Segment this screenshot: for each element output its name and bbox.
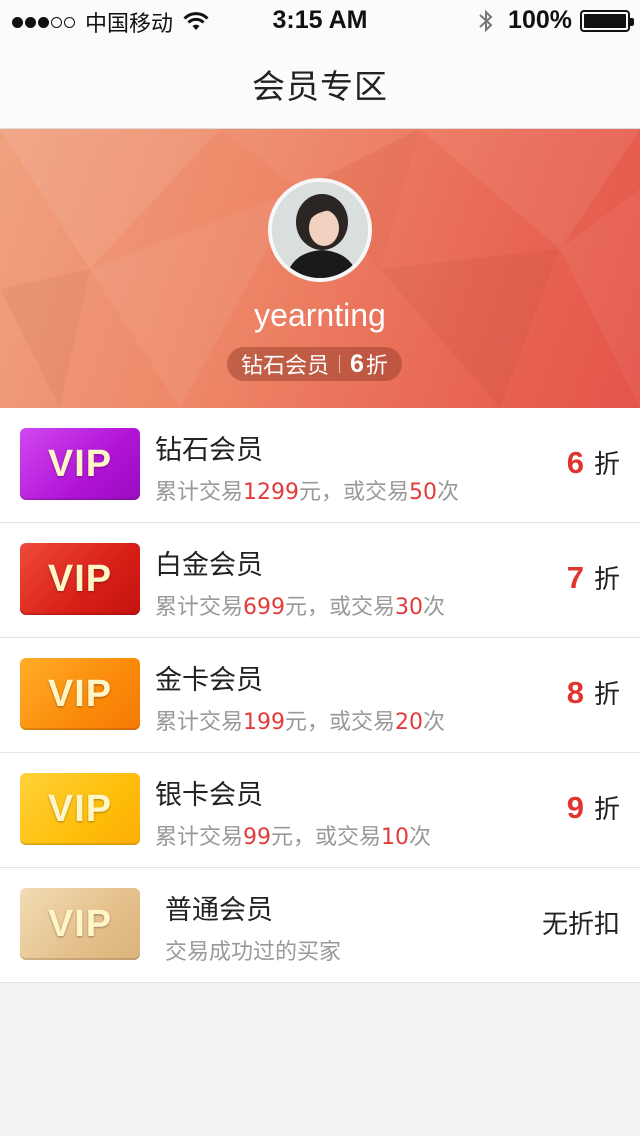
page-title: 会员专区 [252,67,388,106]
discount-value: 7 [566,560,584,595]
vip-badge-icon: VIP [20,428,140,500]
battery-percentage: 100% [508,6,572,34]
requirement-prefix: 累计交易 [155,595,244,620]
requirement-count: 50 [409,480,438,505]
requirement-middle: 元，或交易 [285,710,396,735]
vip-badge-label: VIP [47,787,113,830]
bluetooth-icon [479,9,493,32]
tier-requirement: 交易成功过的买家 [165,940,342,965]
vip-badge-label: VIP [47,557,113,600]
tier-name: 钻石会员 [155,435,263,466]
status-right: 100% [478,6,634,35]
battery-icon [580,9,634,32]
discount-value: 6 [566,445,584,480]
tier-name: 金卡会员 [155,665,263,696]
requirement-middle: 元，或交易 [271,825,382,850]
discount-unit: 折 [593,795,620,825]
tier-row-silver[interactable]: VIP 银卡会员 累计交易99元，或交易10次 9 折 [0,753,640,868]
tier-discount: 7 折 [567,559,620,596]
tier-discount: 9 折 [567,789,620,826]
vip-badge-label: VIP [47,902,113,945]
vip-badge-label: VIP [47,442,113,485]
requirement-count: 10 [381,825,410,850]
discount-unit: 折 [593,565,620,595]
membership-discount-value: 6 [350,349,364,378]
vip-badge-label: VIP [47,672,113,715]
badge-divider [339,355,341,373]
tier-row-gold[interactable]: VIP 金卡会员 累计交易199元，或交易20次 8 折 [0,638,640,753]
tier-discount: 无折扣 [542,904,620,941]
requirement-prefix: 累计交易 [155,825,244,850]
tier-discount: 6 折 [567,444,620,481]
membership-badge: 钻石会员 6 折 [227,347,402,381]
vip-badge-icon: VIP [20,658,140,730]
tier-requirement: 累计交易1299元，或交易50次 [155,474,459,506]
vip-badge-icon: VIP [20,543,140,615]
navigation-bar: 会员专区 [0,40,640,129]
requirement-suffix: 次 [423,595,446,620]
no-discount-label: 无折扣 [541,910,620,940]
tier-name: 银卡会员 [155,780,263,811]
profile-header: yearnting 钻石会员 6 折 [0,129,640,408]
avatar[interactable] [268,178,372,282]
tier-name: 白金会员 [155,550,263,581]
requirement-suffix: 次 [437,480,460,505]
tier-row-normal[interactable]: VIP 普通会员 交易成功过的买家 无折扣 [0,868,640,983]
membership-level: 钻石会员 [241,354,330,379]
tier-discount: 8 折 [567,674,620,711]
vip-badge-icon: VIP [20,888,140,960]
requirement-prefix: 累计交易 [155,480,244,505]
requirement-amount: 99 [243,825,272,850]
vip-badge-icon: VIP [20,773,140,845]
tier-row-platinum[interactable]: VIP 白金会员 累计交易699元，或交易30次 7 折 [0,523,640,638]
requirement-amount: 699 [243,595,286,620]
requirement-prefix: 累计交易 [155,710,244,735]
membership-tier-list: VIP 钻石会员 累计交易1299元，或交易50次 6 折 VIP 白金会员 累… [0,408,640,983]
tier-name: 普通会员 [165,895,273,926]
membership-discount-unit: 折 [365,354,388,379]
requirement-suffix: 次 [409,825,432,850]
status-bar: 中国移动 3:15 AM 100% [0,0,640,40]
requirement-count: 20 [395,710,424,735]
requirement-amount: 1299 [243,480,300,505]
avatar-image [272,182,368,278]
tier-requirement: 累计交易199元，或交易20次 [155,704,445,736]
requirement-middle: 元，或交易 [299,480,410,505]
tier-requirement: 累计交易699元，或交易30次 [155,589,445,621]
username: yearnting [254,297,386,333]
discount-unit: 折 [593,450,620,480]
discount-unit: 折 [593,680,620,710]
tier-requirement: 累计交易99元，或交易10次 [155,819,431,851]
requirement-amount: 199 [243,710,286,735]
requirement-count: 30 [395,595,424,620]
tier-row-diamond[interactable]: VIP 钻石会员 累计交易1299元，或交易50次 6 折 [0,408,640,523]
requirement-suffix: 次 [423,710,446,735]
requirement-middle: 元，或交易 [285,595,396,620]
discount-value: 8 [566,675,584,710]
discount-value: 9 [566,790,584,825]
